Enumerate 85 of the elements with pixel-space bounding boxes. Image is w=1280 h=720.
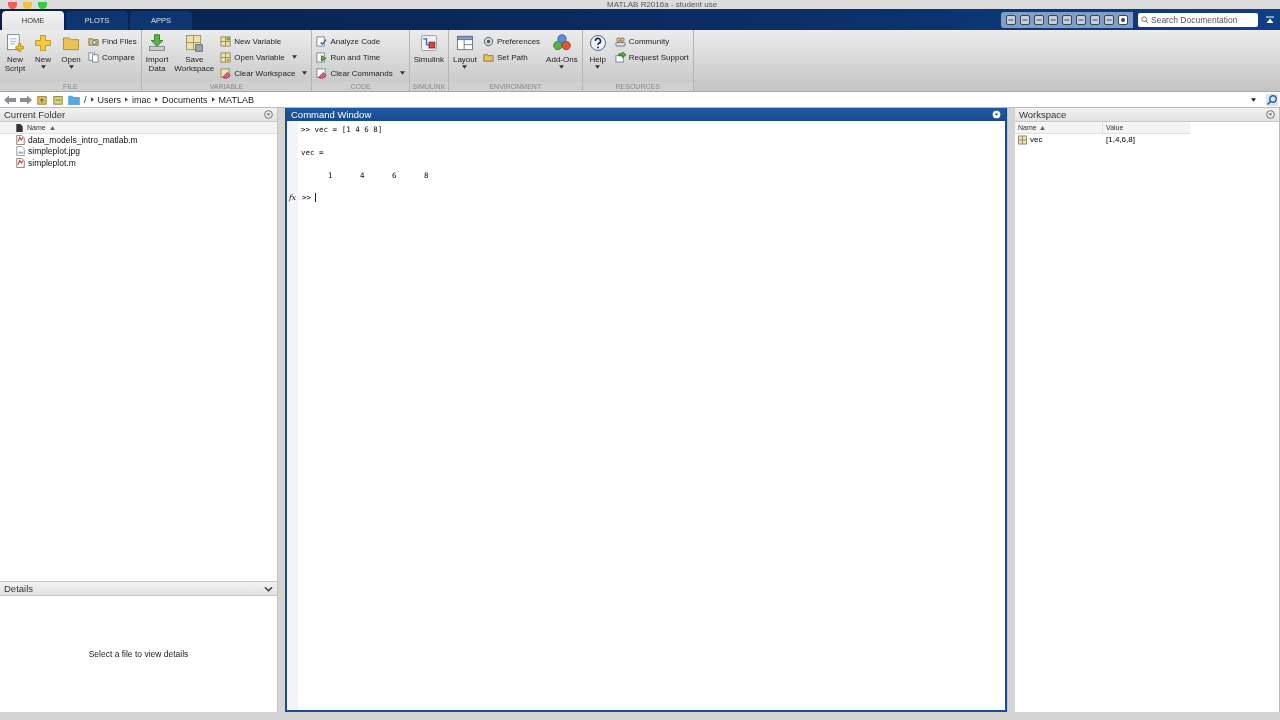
search-field[interactable]: Search Documentation [1138, 12, 1258, 27]
separator-icon [155, 97, 159, 102]
variable-icon [220, 51, 232, 63]
ribbon-button[interactable]: New Script [2, 32, 28, 74]
ribbon-button[interactable]: Preferences [480, 33, 543, 49]
chevron-icon[interactable] [264, 585, 273, 592]
search-icon [1141, 15, 1149, 24]
script-file-icon [16, 157, 25, 168]
separator-icon [90, 97, 94, 102]
ribbon-button[interactable]: Community [612, 33, 691, 49]
collapse-ribbon-icon[interactable] [1265, 14, 1275, 25]
ribbon-button[interactable]: Analyze Code [314, 33, 407, 49]
eraser-icon [316, 67, 328, 79]
caret-icon [302, 71, 308, 75]
script-file-icon [16, 134, 25, 145]
caret-icon [68, 65, 74, 69]
path-segment[interactable]: imac [132, 94, 152, 105]
file-icon [16, 123, 23, 132]
variable-name[interactable]: vec [1030, 135, 1043, 144]
caret-icon [291, 55, 297, 59]
folder-icon [482, 51, 494, 63]
block-diagram-icon [418, 33, 439, 53]
ribbon-button[interactable]: Request Support [612, 49, 691, 65]
separator-icon [211, 97, 215, 102]
people-icon [614, 35, 626, 47]
ribbon-button[interactable]: Help [584, 32, 611, 70]
gear-icon [482, 35, 494, 47]
panel-menu-icon[interactable] [992, 110, 1001, 119]
compare-icon [88, 51, 99, 63]
ribbon-button[interactable]: Import Data [143, 32, 171, 74]
panel-title: Current Folder [4, 109, 66, 120]
caret-icon [399, 71, 405, 75]
ribbon-button[interactable]: Simulink [411, 32, 446, 65]
grid-icon [184, 33, 205, 53]
ribbon-button[interactable]: Open [58, 32, 84, 70]
panel-title: Details [4, 583, 34, 594]
variable-value: [1,4,6,8] [1105, 135, 1136, 144]
layout-icon [454, 33, 475, 53]
run-icon [316, 51, 328, 63]
variable-icon [220, 35, 232, 47]
ribbon-button[interactable]: Add-Ons [544, 32, 580, 70]
caret-icon [40, 65, 46, 69]
path-segment[interactable]: MATLAB [218, 94, 254, 105]
folder-icon [68, 94, 80, 105]
file-item[interactable]: simpleplot.jpg [0, 145, 277, 157]
path-segment[interactable]: Users [97, 94, 122, 105]
file-item[interactable]: data_models_intro_matlab.m [0, 134, 277, 146]
text-cursor [315, 193, 317, 203]
download-icon [147, 33, 167, 53]
eraser-icon [220, 67, 232, 79]
path-segment[interactable]: Documents [162, 94, 208, 105]
ribbon-button[interactable]: Find Files [86, 33, 139, 49]
folder-up-icon[interactable] [36, 94, 48, 105]
file-item[interactable]: simpleplot.m [0, 157, 277, 169]
variable-icon [1018, 134, 1027, 145]
ribbon-button[interactable]: Run and Time [314, 49, 407, 65]
panel-title: Command Window [291, 109, 372, 120]
ribbon-button[interactable]: Set Path [480, 49, 543, 65]
ribbon-button[interactable]: Layout [450, 32, 479, 70]
panel-title: Workspace [1019, 109, 1067, 120]
browse-folder-icon[interactable] [52, 94, 64, 105]
folder-search-icon [88, 35, 99, 47]
document-plus-icon [5, 33, 25, 53]
window-title: MATLAB R2016a - student use [607, 0, 718, 9]
document-check-icon [316, 35, 328, 47]
ribbon-button[interactable]: New [30, 32, 56, 70]
back-arrow-icon[interactable] [4, 94, 16, 105]
search-icon[interactable] [1266, 93, 1278, 106]
plus-icon [33, 33, 53, 53]
caret-icon [462, 65, 468, 69]
separator-icon [125, 97, 129, 102]
caret-icon [595, 65, 601, 69]
spheres-icon [551, 33, 572, 53]
ribbon-button[interactable]: Compare [86, 49, 139, 65]
image-file-icon [16, 146, 25, 157]
forward-arrow-icon[interactable] [20, 94, 32, 105]
path-segment[interactable]: / [84, 94, 87, 105]
ribbon-button[interactable]: New Variable [218, 33, 310, 49]
ribbon-button[interactable]: Clear Commands [314, 65, 407, 81]
caret-icon[interactable] [1251, 97, 1256, 102]
ribbon-button[interactable]: Save Workspace [172, 32, 217, 74]
ribbon-button[interactable]: Clear Workspace [218, 65, 310, 81]
caret-icon [559, 65, 565, 69]
details-message: Select a file to view details [88, 649, 189, 659]
ribbon-button[interactable]: Open Variable [218, 49, 310, 65]
